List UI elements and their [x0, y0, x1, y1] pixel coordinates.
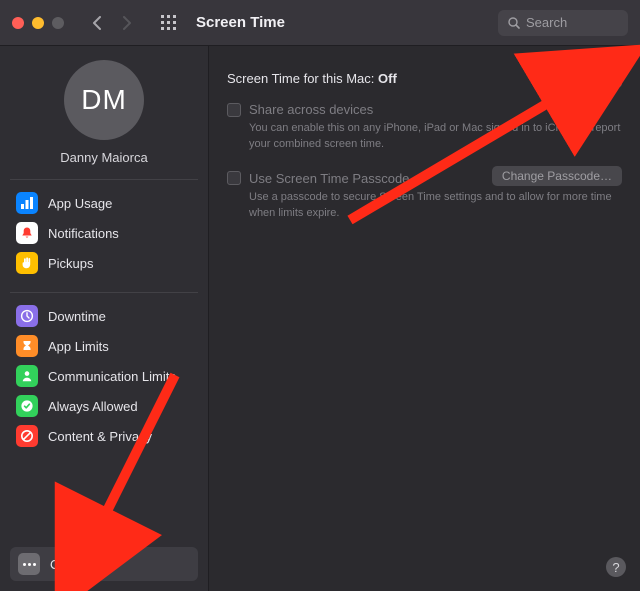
sidebar-item-content-privacy[interactable]: Content & Privacy: [10, 421, 198, 451]
page-title: Screen Time: [196, 14, 285, 31]
avatar: DM: [64, 60, 144, 140]
turn-on-button[interactable]: Turn On: [554, 68, 622, 88]
sidebar-item-app-limits[interactable]: App Limits: [10, 331, 198, 361]
search-input[interactable]: [526, 15, 616, 30]
sidebar-item-communication-limits[interactable]: Communication Limits: [10, 361, 198, 391]
sidebar-item-label: Always Allowed: [48, 399, 138, 414]
hourglass-icon: [16, 335, 38, 357]
passcode-title: Use Screen Time Passcode: [249, 171, 409, 186]
main-panel: Screen Time for this Mac: Off Turn On Sh…: [209, 46, 640, 591]
person-icon: [16, 365, 38, 387]
chevron-left-icon: [92, 16, 102, 30]
sidebar-item-label: Notifications: [48, 226, 119, 241]
window-controls: [12, 17, 64, 29]
minimize-window-button[interactable]: [32, 17, 44, 29]
sidebar-item-label: Pickups: [48, 256, 94, 271]
zoom-window-button[interactable]: [52, 17, 64, 29]
sidebar-item-pickups[interactable]: Pickups: [10, 248, 198, 278]
change-passcode-button[interactable]: Change Passcode…: [492, 166, 622, 186]
ellipsis-icon: [18, 553, 40, 575]
check-badge-icon: [16, 395, 38, 417]
sidebar-item-label: Communication Limits: [48, 369, 176, 384]
sidebar-item-downtime[interactable]: Downtime: [10, 301, 198, 331]
forward-button[interactable]: [116, 10, 138, 36]
clock-icon: [16, 305, 38, 327]
chevron-right-icon: [122, 16, 132, 30]
bar-chart-icon: [16, 192, 38, 214]
sidebar-item-app-usage[interactable]: App Usage: [10, 188, 198, 218]
profile-name: Danny Maiorca: [60, 150, 147, 165]
help-button[interactable]: ?: [606, 557, 626, 577]
search-field[interactable]: [498, 10, 628, 36]
sidebar-item-label: Options: [50, 557, 95, 572]
profile-block: DM Danny Maiorca: [10, 60, 198, 165]
status-text: Screen Time for this Mac: Off: [227, 71, 397, 86]
status-value: Off: [378, 71, 397, 86]
no-entry-icon: [16, 425, 38, 447]
hand-icon: [16, 252, 38, 274]
close-window-button[interactable]: [12, 17, 24, 29]
share-title: Share across devices: [249, 102, 373, 117]
sidebar-item-label: Downtime: [48, 309, 106, 324]
search-icon: [508, 17, 520, 29]
sidebar-item-label: Content & Privacy: [48, 429, 152, 444]
sidebar-item-options[interactable]: Options: [10, 547, 198, 581]
share-description: You can enable this on any iPhone, iPad …: [249, 121, 622, 153]
share-across-devices-block: Share across devices You can enable this…: [227, 102, 622, 153]
sidebar-item-notifications[interactable]: Notifications: [10, 218, 198, 248]
show-all-prefs-button[interactable]: [156, 10, 182, 36]
back-button[interactable]: [86, 10, 108, 36]
bell-icon: [16, 222, 38, 244]
toolbar: Screen Time: [0, 0, 640, 46]
passcode-checkbox[interactable]: [227, 171, 241, 185]
status-prefix: Screen Time for this Mac:: [227, 71, 378, 86]
sidebar-item-always-allowed[interactable]: Always Allowed: [10, 391, 198, 421]
sidebar-item-label: App Usage: [48, 196, 112, 211]
passcode-description: Use a passcode to secure Screen Time set…: [249, 190, 622, 222]
grid-icon: [161, 15, 177, 31]
divider: [10, 292, 198, 293]
sidebar-item-label: App Limits: [48, 339, 109, 354]
divider: [10, 179, 198, 180]
share-checkbox[interactable]: [227, 103, 241, 117]
sidebar: DM Danny Maiorca App Usage Notifications…: [0, 46, 209, 591]
status-row: Screen Time for this Mac: Off Turn On: [227, 68, 622, 88]
